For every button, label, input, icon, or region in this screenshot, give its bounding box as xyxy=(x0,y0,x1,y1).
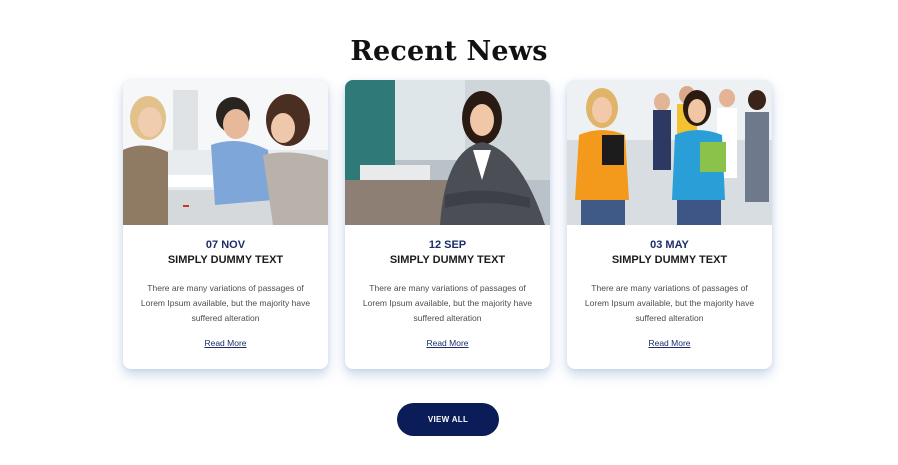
view-all-button[interactable]: VIEW ALL xyxy=(397,403,499,436)
news-date: 03 MAY xyxy=(650,239,689,251)
news-date: 12 SEP xyxy=(428,239,467,251)
news-excerpt: There are many variations of passages of… xyxy=(362,283,533,323)
news-card: 07 NOV SIMPLY DUMMY TEXT There are many … xyxy=(123,80,328,369)
news-excerpt: There are many variations of passages of… xyxy=(584,283,755,323)
news-card: 03 MAY SIMPLY DUMMY TEXT There are many … xyxy=(567,80,772,369)
news-title: SIMPLY DUMMY TEXT xyxy=(389,254,506,266)
read-more-link[interactable]: Read More xyxy=(345,338,550,348)
news-excerpt: There are many variations of passages of… xyxy=(140,283,311,323)
news-card-image xyxy=(123,80,328,225)
news-date: 07 NOV xyxy=(205,239,246,251)
news-card-image xyxy=(567,80,772,225)
section-title: Recent News xyxy=(350,36,548,68)
news-card: 12 SEP SIMPLY DUMMY TEXT There are many … xyxy=(345,80,550,369)
news-title: SIMPLY DUMMY TEXT xyxy=(611,254,728,266)
news-card-image xyxy=(345,80,550,225)
read-more-link[interactable]: Read More xyxy=(567,338,772,348)
news-title: SIMPLY DUMMY TEXT xyxy=(167,254,284,266)
read-more-link[interactable]: Read More xyxy=(123,338,328,348)
